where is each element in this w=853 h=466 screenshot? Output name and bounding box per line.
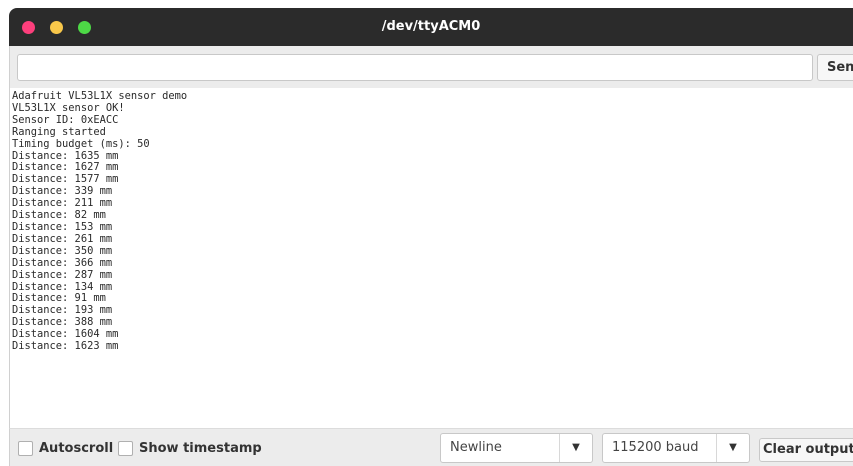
- serial-output[interactable]: Adafruit VL53L1X sensor demo VL53L1X sens…: [9, 88, 853, 428]
- output-line: Distance: 193 mm: [12, 304, 113, 317]
- baud-rate-select[interactable]: 115200 baud ▼: [602, 433, 750, 463]
- output-line: Distance: 366 mm: [12, 256, 113, 269]
- timestamp-checkbox[interactable]: [118, 441, 133, 456]
- output-line: Distance: 134 mm: [12, 280, 113, 293]
- output-line: Distance: 1635 mm: [12, 149, 119, 162]
- output-line: VL53L1X sensor OK!: [12, 101, 125, 114]
- send-button[interactable]: Send: [817, 54, 853, 81]
- output-line: Distance: 287 mm: [12, 268, 113, 281]
- output-line: Adafruit VL53L1X sensor demo: [12, 90, 188, 102]
- output-line: Distance: 339 mm: [12, 185, 113, 198]
- output-line: Distance: 1577 mm: [12, 173, 119, 186]
- line-ending-value: Newline: [450, 440, 502, 455]
- output-line: Distance: 350 mm: [12, 244, 113, 257]
- output-line: Distance: 261 mm: [12, 232, 113, 245]
- window-title: /dev/ttyACM0: [381, 19, 481, 34]
- chevron-down-icon[interactable]: ▼: [559, 434, 592, 462]
- output-line: Distance: 91 mm: [12, 292, 106, 305]
- send-toolbar: Send: [9, 46, 853, 88]
- autoscroll-checkbox[interactable]: [18, 441, 33, 456]
- output-line: Distance: 153 mm: [12, 220, 113, 233]
- chevron-down-icon[interactable]: ▼: [716, 434, 749, 462]
- output-line: Distance: 1623 mm: [12, 340, 119, 353]
- autoscroll-label[interactable]: Autoscroll: [39, 441, 113, 456]
- output-line: Ranging started: [12, 125, 106, 138]
- clear-output-button[interactable]: Clear output: [759, 438, 853, 462]
- output-line: Distance: 1604 mm: [12, 328, 119, 341]
- output-line: Distance: 211 mm: [12, 197, 113, 210]
- output-line: Distance: 1627 mm: [12, 161, 119, 174]
- output-line: Timing budget (ms): 50: [12, 137, 150, 150]
- output-line: Sensor ID: 0xEACC: [12, 113, 119, 126]
- title-bar: /dev/ttyACM0: [9, 8, 853, 46]
- output-line: Distance: 388 mm: [12, 316, 113, 329]
- footer-toolbar: Autoscroll Show timestamp Newline ▼ 1152…: [9, 428, 853, 466]
- send-input[interactable]: [17, 54, 813, 81]
- output-line: Distance: 82 mm: [12, 209, 106, 222]
- timestamp-label[interactable]: Show timestamp: [139, 441, 262, 456]
- baud-rate-value: 115200 baud: [612, 440, 699, 455]
- line-ending-select[interactable]: Newline ▼: [440, 433, 593, 463]
